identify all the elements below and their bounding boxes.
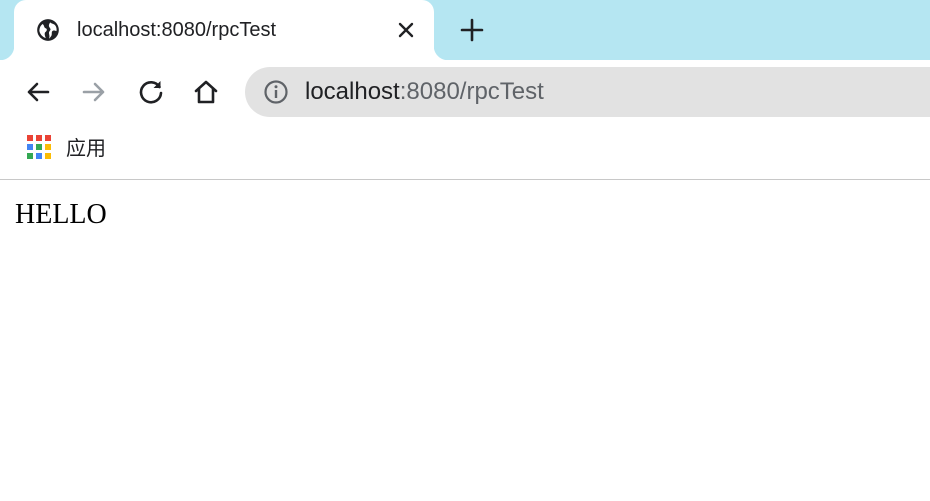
close-icon[interactable] — [394, 18, 418, 42]
home-button[interactable] — [190, 76, 222, 108]
info-icon[interactable] — [263, 79, 289, 105]
tab-active[interactable]: localhost:8080/rpcTest — [0, 0, 448, 60]
reload-button[interactable] — [135, 76, 167, 108]
arrow-left-icon — [27, 82, 50, 102]
forward-button[interactable] — [78, 76, 110, 108]
plus-icon[interactable] — [458, 16, 486, 44]
arrow-right-icon — [82, 82, 105, 102]
back-button[interactable] — [22, 76, 54, 108]
url-text[interactable]: localhost:8080/rpcTest — [305, 77, 544, 107]
bookmarks-bar: 应用 — [0, 124, 930, 180]
apps-label: 应用 — [66, 136, 106, 160]
home-icon — [194, 80, 218, 104]
page-body-text: HELLO — [15, 199, 107, 230]
reload-icon — [139, 81, 163, 104]
address-bar[interactable]: localhost:8080/rpcTest — [245, 67, 930, 117]
tab-strip: localhost:8080/rpcTest — [0, 0, 930, 60]
toolbar: localhost:8080/rpcTest — [0, 60, 930, 124]
page-content: HELLO — [0, 180, 930, 501]
apps-shortcut[interactable]: 应用 — [18, 130, 106, 166]
apps-grid-icon — [27, 135, 51, 159]
tab-title: localhost:8080/rpcTest — [77, 19, 277, 41]
url-path: :8080/rpcTest — [399, 78, 544, 105]
url-host: localhost — [305, 78, 400, 105]
globe-icon — [35, 17, 61, 43]
